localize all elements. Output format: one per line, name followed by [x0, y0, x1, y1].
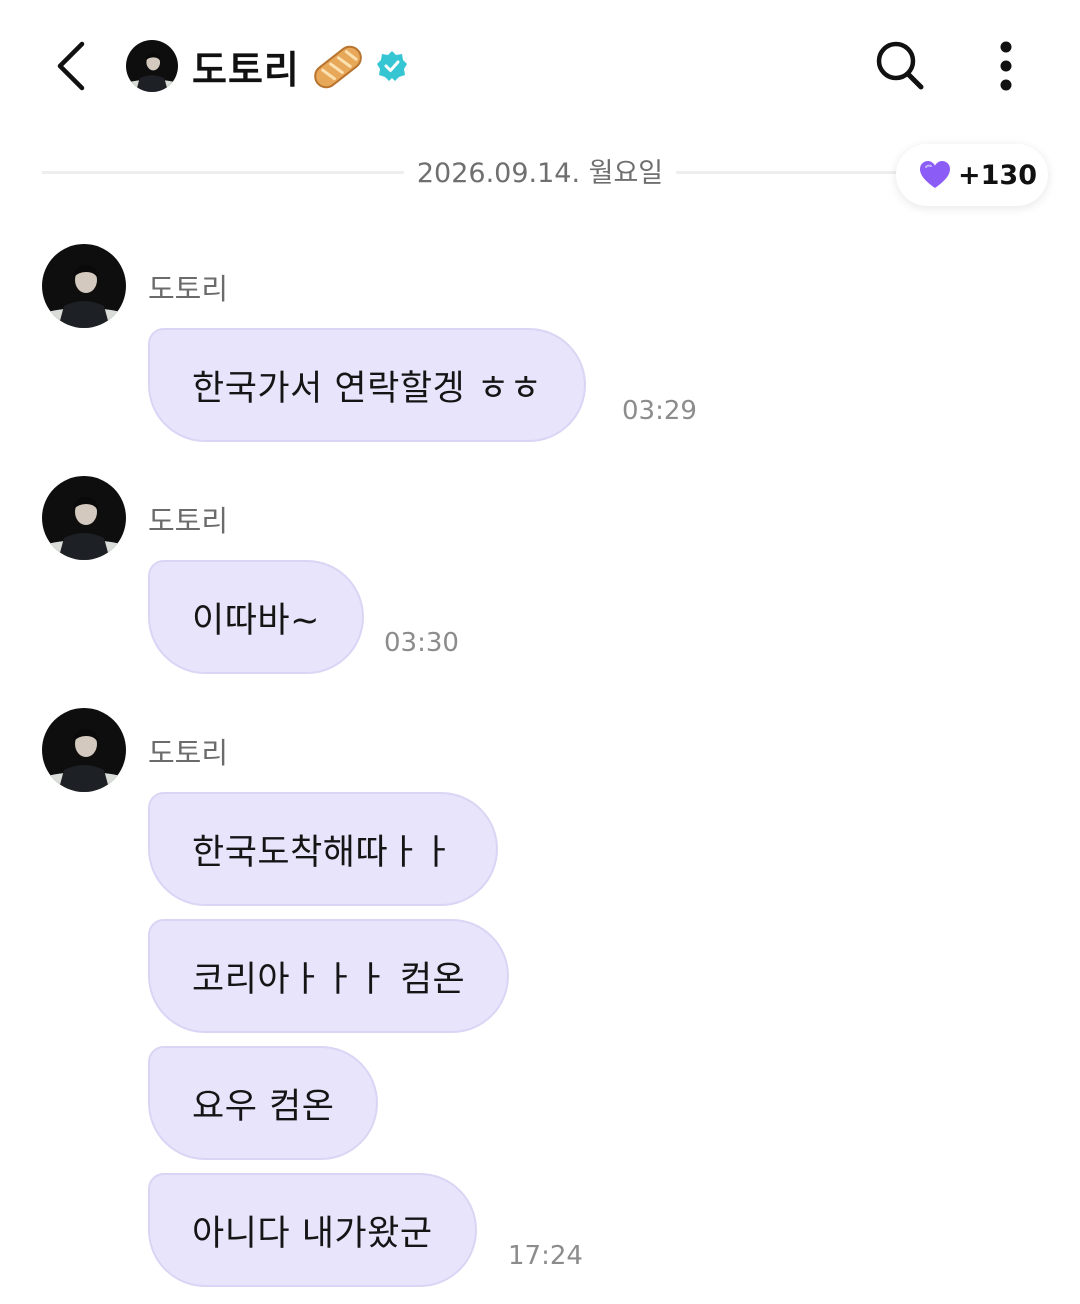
chat-header: 도토리 [0, 0, 1080, 130]
message-bubble[interactable]: 이따바~ [148, 560, 364, 674]
message-bubble[interactable]: 한국가서 연락할겡 ㅎㅎ [148, 328, 587, 442]
profile-photo-icon [126, 40, 178, 92]
purple-heart-icon [920, 161, 950, 188]
sender-name: 도토리 [148, 272, 229, 306]
message-bubble[interactable]: 아니다 내가왔군 [148, 1173, 477, 1287]
message-bubble[interactable]: 요우 컴온 [148, 1046, 379, 1160]
header-avatar[interactable] [126, 40, 178, 92]
sender-name: 도토리 [148, 504, 229, 538]
message-time: 03:30 [384, 628, 459, 658]
more-options-button[interactable] [982, 34, 1030, 98]
avatar[interactable] [42, 476, 126, 560]
chevron-left-icon [57, 41, 85, 91]
more-vertical-icon [1000, 41, 1012, 91]
avatar[interactable] [42, 708, 126, 792]
verified-badge-icon [377, 51, 407, 81]
chat-screen: 도토리 2026.09.14. 월요일 +130 도토리 한국가서 연락할겡 ㅎ… [0, 0, 1080, 1304]
message-time: 17:24 [508, 1241, 583, 1271]
date-divider: 2026.09.14. 월요일 [416, 158, 664, 189]
date-divider-line-left [42, 171, 404, 174]
baguette-icon [314, 45, 362, 89]
date-divider-line-right [676, 171, 916, 174]
likes-button[interactable]: +130 [896, 144, 1048, 206]
page-title[interactable]: 도토리 [192, 40, 300, 92]
message-bubble[interactable]: 한국도착해따ㅏㅏ [148, 792, 498, 906]
avatar[interactable] [42, 244, 126, 328]
search-icon [876, 41, 924, 90]
message-time: 03:29 [622, 396, 697, 426]
profile-photo-icon [42, 708, 126, 792]
profile-photo-icon [42, 244, 126, 328]
likes-count: +130 [958, 159, 1037, 191]
message-bubble[interactable]: 코리아ㅏㅏㅏ 컴온 [148, 919, 510, 1033]
search-button[interactable] [870, 36, 930, 96]
sender-name: 도토리 [148, 736, 229, 770]
back-button[interactable] [40, 30, 104, 102]
profile-photo-icon [42, 476, 126, 560]
